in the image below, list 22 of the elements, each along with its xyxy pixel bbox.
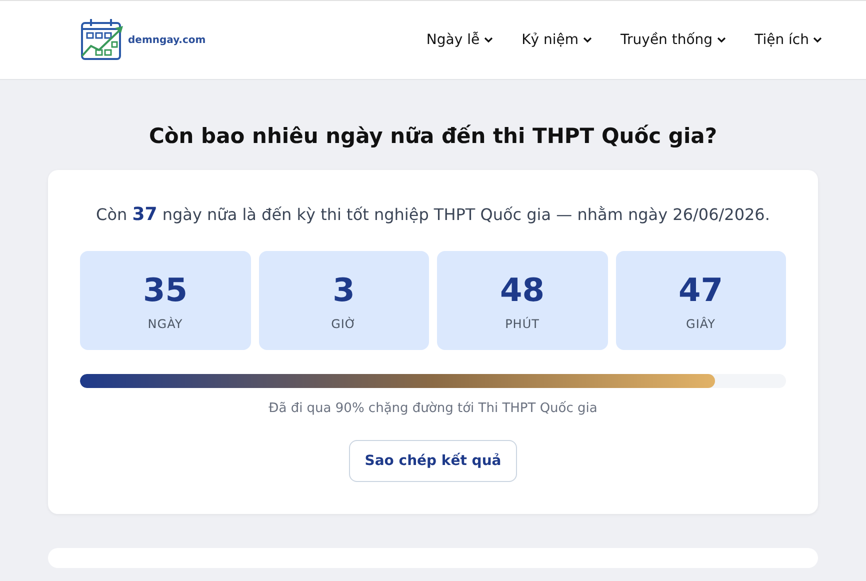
counter-value: 48 xyxy=(500,270,545,308)
chevron-down-icon xyxy=(582,37,592,43)
copy-result-button[interactable]: Sao chép kết quả xyxy=(348,440,518,482)
logo-text[interactable]: demngay.com xyxy=(128,34,206,46)
counter-unit: PHÚT xyxy=(505,316,540,330)
counter-unit: GIỜ xyxy=(331,316,356,330)
nav-menu-item[interactable]: Tiện ích xyxy=(754,32,822,48)
nav-menu-item[interactable]: Truyền thống xyxy=(620,32,726,48)
progress-caption: Đã đi qua 90% chặng đường tới Thi THPT Quốc gia xyxy=(268,401,598,416)
intro-sentence: Còn 37 ngày nữa là đến kỳ thi tốt nghiệp THPT Quốc gia — nhằm ngày 26/06/2026. xyxy=(96,204,770,225)
chevron-down-icon xyxy=(716,37,726,43)
counter-value: 47 xyxy=(678,270,724,308)
chevron-down-icon xyxy=(484,37,493,43)
page-title: Còn bao nhiêu ngày nữa đến thi THPT Quốc gia? xyxy=(148,124,718,148)
nav-menu-item[interactable]: Ngày lễ xyxy=(426,32,493,48)
counter-value: 35 xyxy=(142,270,188,308)
nav-menu-item[interactable]: Kỷ niệm xyxy=(522,32,592,48)
counter-value: 3 xyxy=(332,270,355,308)
counter-unit: GIÂY xyxy=(686,316,716,330)
counter-unit: NGÀY xyxy=(148,316,183,330)
chevron-down-icon xyxy=(813,37,822,43)
calendar-chart-icon[interactable] xyxy=(79,18,125,62)
